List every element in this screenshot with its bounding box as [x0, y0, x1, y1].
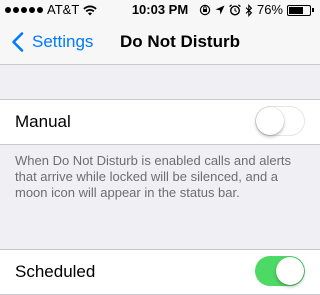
battery-icon: [287, 4, 311, 16]
manual-group: Manual: [0, 99, 320, 145]
scheduled-row: Scheduled: [0, 250, 320, 294]
status-right: 76%: [199, 0, 314, 20]
battery-percentage: 76%: [256, 2, 283, 17]
bluetooth-icon: [245, 3, 253, 17]
scheduled-label: Scheduled: [15, 262, 96, 281]
manual-row: Manual: [0, 100, 320, 144]
manual-label: Manual: [15, 112, 71, 131]
scheduled-toggle[interactable]: [255, 256, 305, 286]
scheduled-group: Scheduled: [0, 249, 320, 295]
orientation-lock-icon: [199, 4, 211, 16]
status-bar: AT&T 10:03 PM 76%: [0, 0, 320, 20]
manual-footer-text: When Do Not Disturb is enabled calls and…: [15, 153, 292, 200]
page-title: Do Not Disturb: [120, 32, 240, 51]
manual-toggle-knob: [256, 107, 284, 135]
battery-tip: [312, 8, 314, 12]
manual-toggle[interactable]: [255, 106, 305, 136]
alarm-icon: [229, 4, 241, 16]
location-icon: [215, 5, 225, 15]
navigation-bar: Settings Do Not Disturb: [0, 20, 320, 65]
battery-level: [289, 6, 303, 14]
scheduled-toggle-knob: [276, 257, 304, 285]
